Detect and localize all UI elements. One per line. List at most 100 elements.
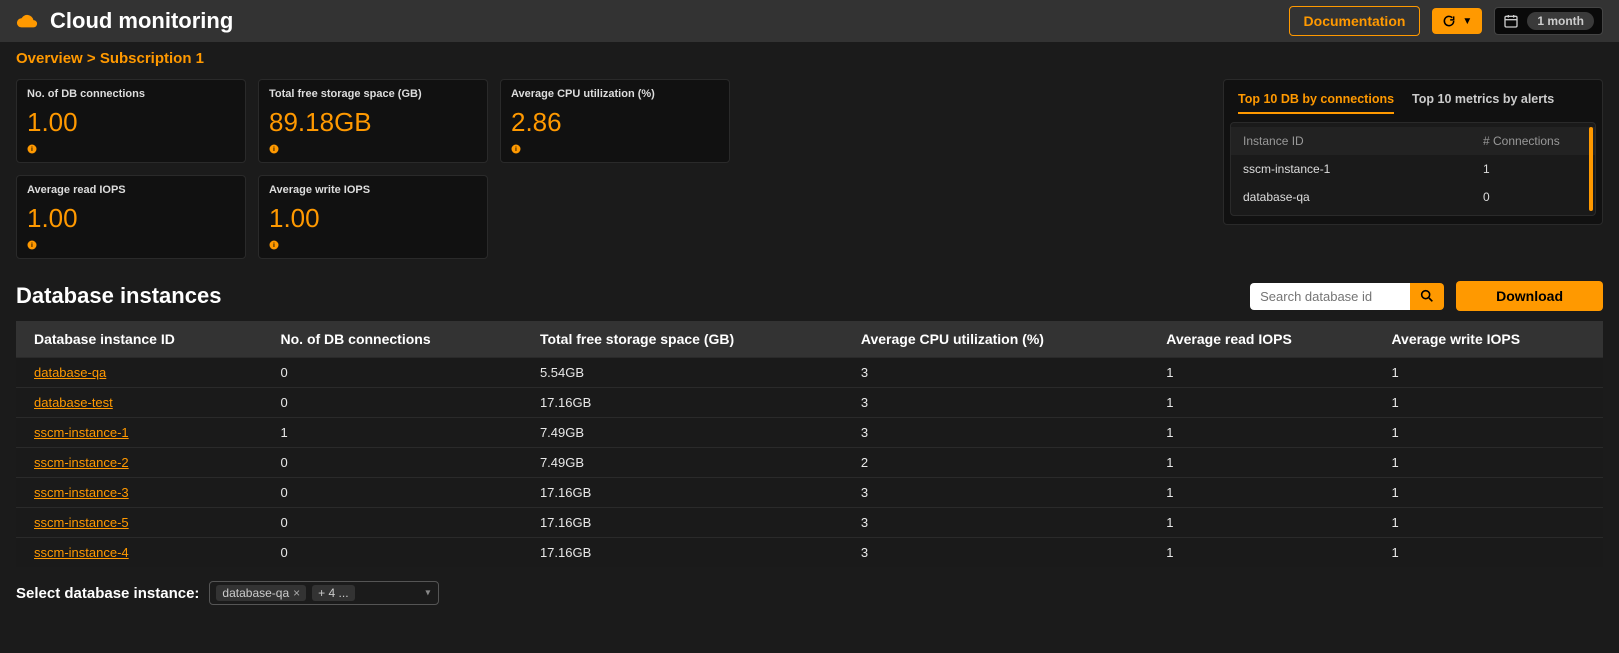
col-instance-id: Instance ID — [1243, 134, 1483, 148]
cell-instance-id[interactable]: database-test — [16, 388, 263, 418]
cell-read-iops: 1 — [1148, 418, 1373, 448]
calendar-icon — [1503, 13, 1519, 29]
cell-cpu: 3 — [843, 508, 1148, 538]
info-icon: i — [27, 240, 37, 250]
caret-down-icon: ▾ — [425, 588, 430, 599]
cell-instance-id: sscm-instance-1 — [1243, 162, 1483, 176]
col-connections: # Connections — [1483, 134, 1583, 148]
table-row: sscm-instance-117.49GB311 — [16, 418, 1603, 448]
cell-read-iops: 1 — [1148, 358, 1373, 388]
cell-read-iops: 1 — [1148, 448, 1373, 478]
cell-storage: 17.16GB — [522, 478, 843, 508]
documentation-button[interactable]: Documentation — [1289, 6, 1421, 36]
database-instance-multiselect[interactable]: database-qa × + 4 ... ▾ — [209, 581, 439, 605]
breadcrumb: Overview > Subscription 1 — [0, 42, 1619, 71]
top-db-table: Instance ID # Connections sscm-instance-… — [1230, 122, 1596, 216]
chip-remove-icon[interactable]: × — [293, 586, 300, 600]
metric-card[interactable]: Average read IOPS 1.00 i — [16, 175, 246, 259]
search-button[interactable] — [1410, 283, 1444, 310]
side-panel-tabs: Top 10 DB by connections Top 10 metrics b… — [1230, 88, 1596, 122]
cell-instance-id[interactable]: sscm-instance-2 — [16, 448, 263, 478]
cell-write-iops: 1 — [1373, 538, 1603, 568]
cell-instance-id: database-qa — [1243, 190, 1483, 204]
info-icon: i — [511, 144, 521, 154]
cell-write-iops: 1 — [1373, 478, 1603, 508]
cell-instance-id[interactable]: database-qa — [16, 358, 263, 388]
cell-connections: 0 — [263, 388, 522, 418]
top-db-row[interactable]: database-qa0 — [1231, 183, 1595, 211]
column-header[interactable]: Database instance ID — [16, 321, 263, 358]
cell-write-iops: 1 — [1373, 388, 1603, 418]
info-icon: i — [269, 144, 279, 154]
metric-label: Average read IOPS — [27, 184, 235, 196]
metric-label: Total free storage space (GB) — [269, 88, 477, 100]
instances-table: Database instance IDNo. of DB connection… — [16, 321, 1603, 567]
metric-card[interactable]: Total free storage space (GB)89.18GBi — [258, 79, 488, 163]
column-header[interactable]: Average write IOPS — [1373, 321, 1603, 358]
search-wrap — [1250, 283, 1444, 310]
topbar: Cloud monitoring Documentation ▼ 1 month — [0, 0, 1619, 42]
side-tab[interactable]: Top 10 metrics by alerts — [1412, 92, 1554, 114]
top-db-row[interactable]: sscm-instance-11 — [1231, 155, 1595, 183]
metric-label: No. of DB connections — [27, 88, 235, 100]
table-row: database-test017.16GB311 — [16, 388, 1603, 418]
column-header[interactable]: Total free storage space (GB) — [522, 321, 843, 358]
cell-storage: 17.16GB — [522, 508, 843, 538]
time-range-label: 1 month — [1527, 12, 1594, 30]
column-header[interactable]: Average CPU utilization (%) — [843, 321, 1148, 358]
breadcrumb-overview[interactable]: Overview — [16, 50, 83, 67]
breadcrumb-current[interactable]: Subscription 1 — [100, 50, 204, 67]
selected-chip: database-qa × — [216, 585, 306, 601]
caret-down-icon: ▼ — [1462, 16, 1472, 27]
side-tab[interactable]: Top 10 DB by connections — [1238, 92, 1394, 114]
info-icon: i — [27, 144, 37, 154]
metric-card[interactable]: No. of DB connections1.00i — [16, 79, 246, 163]
cell-connections: 0 — [263, 508, 522, 538]
cell-cpu: 2 — [843, 448, 1148, 478]
cell-connections: 0 — [263, 478, 522, 508]
table-row: sscm-instance-3017.16GB311 — [16, 478, 1603, 508]
metric-card[interactable]: Average write IOPS 1.00 i — [258, 175, 488, 259]
download-button[interactable]: Download — [1456, 281, 1603, 311]
cell-instance-id[interactable]: sscm-instance-1 — [16, 418, 263, 448]
cell-storage: 5.54GB — [522, 358, 843, 388]
column-header[interactable]: Average read IOPS — [1148, 321, 1373, 358]
search-icon — [1419, 288, 1435, 304]
cell-read-iops: 1 — [1148, 478, 1373, 508]
cell-instance-id[interactable]: sscm-instance-3 — [16, 478, 263, 508]
cell-instance-id[interactable]: sscm-instance-5 — [16, 508, 263, 538]
refresh-button[interactable]: ▼ — [1432, 8, 1482, 34]
time-range-picker[interactable]: 1 month — [1494, 7, 1603, 35]
cell-connections: 0 — [263, 448, 522, 478]
cell-cpu: 3 — [843, 538, 1148, 568]
search-input[interactable] — [1250, 283, 1410, 310]
instances-section-title: Database instances — [16, 283, 221, 309]
cell-cpu: 3 — [843, 478, 1148, 508]
cell-connections: 0 — [263, 358, 522, 388]
column-header[interactable]: No. of DB connections — [263, 321, 522, 358]
cell-connections: 0 — [263, 538, 522, 568]
cell-instance-id[interactable]: sscm-instance-4 — [16, 538, 263, 568]
info-icon: i — [269, 240, 279, 250]
cell-write-iops: 1 — [1373, 508, 1603, 538]
side-panel-scrollbar[interactable] — [1589, 127, 1593, 211]
metric-value: 1.00 — [269, 205, 477, 231]
table-row: sscm-instance-5017.16GB311 — [16, 508, 1603, 538]
cell-write-iops: 1 — [1373, 448, 1603, 478]
breadcrumb-separator: > — [87, 50, 96, 67]
metric-value: 1.00 — [27, 205, 235, 231]
cell-read-iops: 1 — [1148, 538, 1373, 568]
table-row: sscm-instance-4017.16GB311 — [16, 538, 1603, 568]
metrics-grid: No. of DB connections1.00iTotal free sto… — [16, 79, 730, 259]
cell-storage: 17.16GB — [522, 388, 843, 418]
refresh-icon — [1442, 14, 1456, 28]
table-row: sscm-instance-207.49GB211 — [16, 448, 1603, 478]
cell-read-iops: 1 — [1148, 388, 1373, 418]
metric-card[interactable]: Average CPU utilization (%)2.86i — [500, 79, 730, 163]
cloud-icon — [16, 10, 38, 32]
cell-storage: 7.49GB — [522, 418, 843, 448]
chip-label: database-qa — [222, 586, 289, 600]
app-title: Cloud monitoring — [50, 8, 233, 34]
metric-label: Average write IOPS — [269, 184, 477, 196]
metric-value: 2.86 — [511, 109, 719, 135]
